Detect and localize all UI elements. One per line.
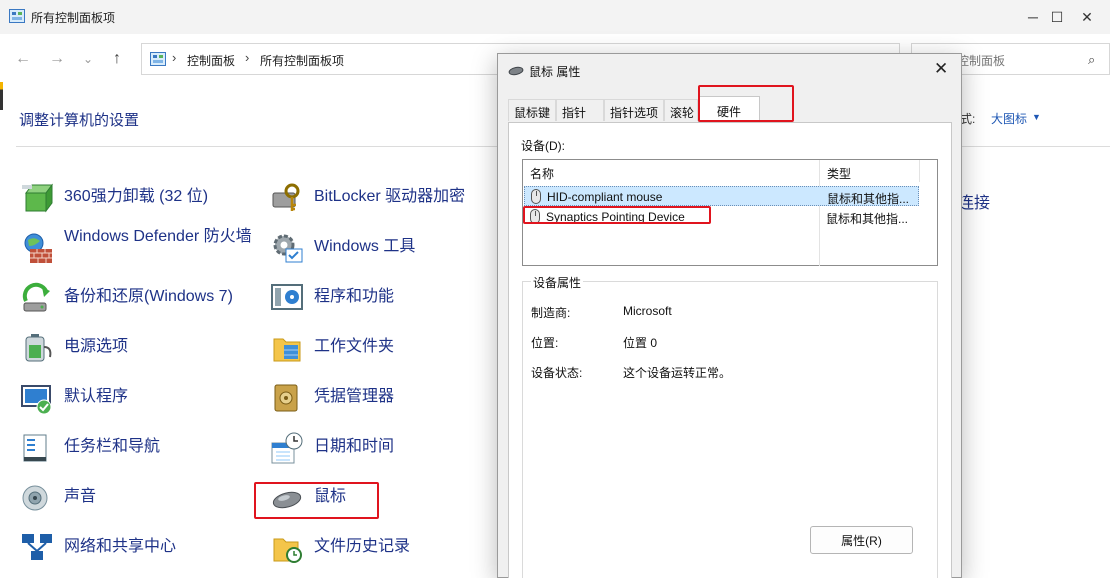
- mouse-properties-dialog: 鼠标 属性 ✕ 鼠标键 指针 指针选项 滚轮 硬件 设备(D): 名称 类型 H…: [497, 53, 962, 578]
- file-history-icon: [273, 538, 302, 563]
- work-folder-icon: [273, 338, 301, 362]
- view-by-dropdown[interactable]: 大图标: [991, 110, 1027, 127]
- window-title: 所有控制面板项: [31, 11, 116, 25]
- control-panel-icon: [150, 52, 166, 66]
- device-type: 鼠标和其他指...: [826, 212, 909, 226]
- prop-value-status: 这个设备运转正常。: [623, 366, 732, 380]
- chevron-down-icon[interactable]: ▼: [1032, 112, 1041, 122]
- cp-item-label: 360强力卸载 (32 位): [64, 188, 209, 205]
- credential-safe-icon: [274, 384, 298, 412]
- device-type: 鼠标和其他指...: [827, 192, 910, 206]
- cp-item-label: 网络和共享中心: [64, 538, 177, 555]
- recent-locations-button[interactable]: ⌄: [77, 48, 99, 70]
- cp-item-label: Windows 工具: [314, 238, 416, 255]
- firewall-icon: [24, 233, 52, 263]
- speaker-icon: [22, 485, 48, 511]
- breadcrumb-separator: ›: [245, 50, 250, 65]
- prop-label-location: 位置:: [531, 336, 559, 350]
- properties-button[interactable]: 属性(R): [810, 526, 913, 554]
- prop-value-manufacturer: Microsoft: [623, 304, 672, 318]
- programs-icon: [271, 284, 303, 310]
- column-header-name[interactable]: 名称: [523, 160, 820, 182]
- taskbar-icon: [23, 434, 47, 462]
- cp-item-label: 文件历史记录: [314, 538, 411, 555]
- cp-item-label: 工作文件夹: [314, 338, 395, 355]
- power-battery-icon: [25, 334, 52, 362]
- cp-item-label: 默认程序: [64, 388, 129, 405]
- network-icon: [22, 534, 52, 560]
- cp-item-label: 声音: [64, 488, 97, 505]
- windows-tools-gear-icon: [273, 234, 303, 263]
- forward-button[interactable]: →: [46, 48, 68, 70]
- cp-item-label: 电源选项: [64, 338, 129, 355]
- dialog-close-button[interactable]: ✕: [934, 59, 948, 79]
- devices-label: 设备(D):: [521, 139, 565, 153]
- breadcrumb-control-panel[interactable]: 控制面板: [187, 52, 235, 69]
- tab-pointers[interactable]: 指针: [556, 99, 604, 121]
- dialog-title: 鼠标 属性: [529, 65, 581, 79]
- breadcrumb-all-items[interactable]: 所有控制面板项: [260, 52, 344, 69]
- page-title: 调整计算机的设置: [19, 112, 140, 129]
- cp-item-connection[interactable]: 连接: [958, 189, 990, 213]
- uninstall-box-icon: [22, 183, 53, 213]
- highlight-mouse-item: [254, 482, 379, 519]
- control-panel-icon: [9, 9, 25, 23]
- cp-item-label: Windows Defender 防火墙: [64, 228, 252, 245]
- mouse-device-icon: [531, 189, 541, 204]
- back-button[interactable]: ←: [12, 48, 34, 70]
- title-bar: 所有控制面板项 ─ ☐ ✕: [0, 0, 1110, 34]
- view-by-label: 式:: [960, 112, 976, 126]
- tab-pointer-options[interactable]: 指针选项: [604, 99, 664, 121]
- cp-item-label: 程序和功能: [314, 288, 395, 305]
- close-button[interactable]: ✕: [1064, 0, 1110, 34]
- cp-item-label: 凭据管理器: [314, 388, 395, 405]
- breadcrumb-separator: ›: [172, 50, 177, 65]
- list-item[interactable]: HID-compliant mouse 鼠标和其他指...: [524, 186, 919, 206]
- cp-item-label: 日期和时间: [314, 438, 395, 455]
- tab-wheel[interactable]: 滚轮: [664, 99, 698, 121]
- device-name: HID-compliant mouse: [547, 190, 663, 204]
- divider: [962, 146, 1110, 147]
- prop-label-manufacturer: 制造商:: [531, 306, 571, 320]
- highlight-synaptics-device: [523, 206, 711, 224]
- hardware-tab-panel: 设备(D): 名称 类型 HID-compliant mouse 鼠标和其他指.…: [508, 122, 952, 578]
- prop-value-location: 位置 0: [623, 336, 658, 350]
- cp-item-label: BitLocker 驱动器加密: [314, 188, 466, 205]
- calendar-clock-icon: [271, 432, 303, 464]
- search-placeholder: 控制面板: [957, 54, 1006, 68]
- divider: [16, 146, 498, 147]
- cp-item-label: 备份和还原(Windows 7): [64, 288, 233, 305]
- prop-label-status: 设备状态:: [531, 366, 583, 380]
- mouse-icon: [508, 66, 524, 76]
- backup-icon: [22, 282, 50, 312]
- default-programs-icon: [21, 385, 52, 415]
- highlight-hardware-tab: [698, 85, 794, 122]
- search-icon[interactable]: ⌕: [1088, 52, 1095, 68]
- column-header-type[interactable]: 类型: [820, 160, 920, 182]
- bitlocker-key-icon: [272, 183, 300, 211]
- device-properties-title: 设备属性: [531, 274, 584, 291]
- up-button[interactable]: ↑: [106, 48, 128, 70]
- cp-item-label: 任务栏和导航: [64, 438, 161, 455]
- tab-buttons[interactable]: 鼠标键: [508, 99, 556, 121]
